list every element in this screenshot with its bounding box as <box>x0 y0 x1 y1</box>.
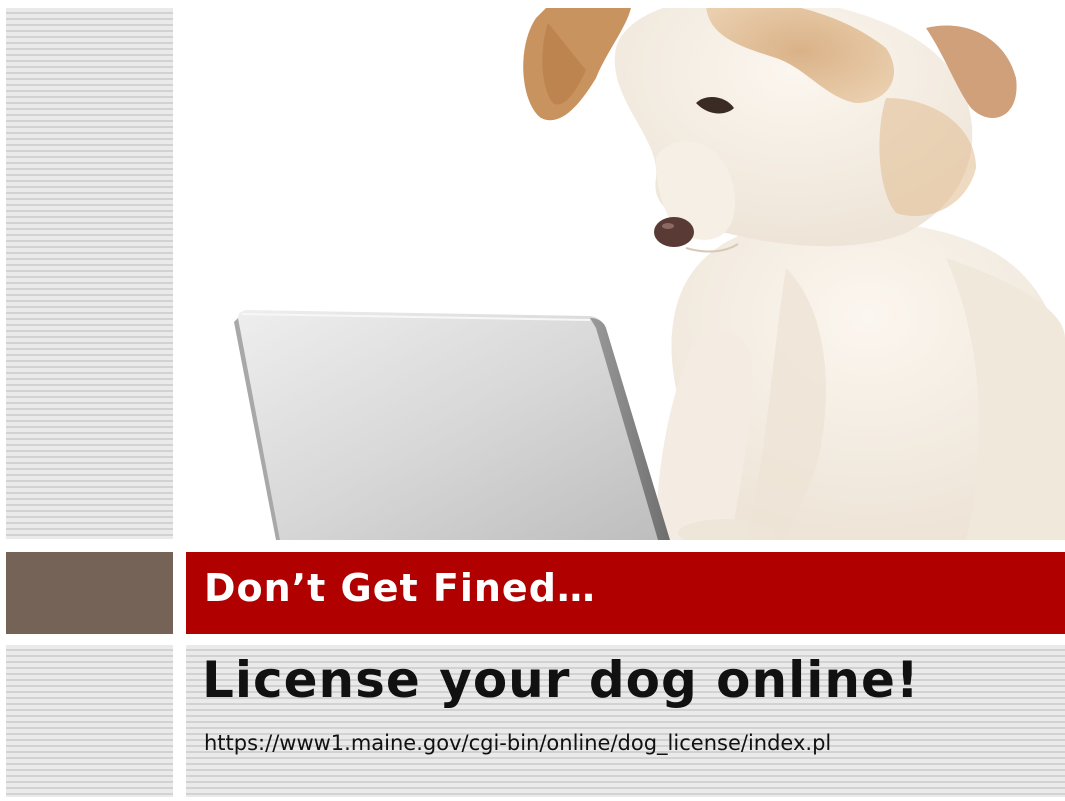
decorative-stripes-left-top <box>6 8 173 539</box>
decorative-stripes-left-bottom <box>6 645 173 797</box>
dog-laptop-photo <box>186 8 1065 540</box>
slide-title: Don’t Get Fined… <box>204 566 596 610</box>
title-bar: Don’t Get Fined… <box>186 552 1065 634</box>
dog-laptop-illustration <box>186 8 1065 540</box>
accent-block <box>6 552 173 634</box>
slide-subtitle: License your dog online! <box>202 651 920 709</box>
slide: Don’t Get Fined… License your dog online… <box>0 0 1065 801</box>
license-url-link[interactable]: https://www1.maine.gov/cgi-bin/online/do… <box>204 731 831 755</box>
